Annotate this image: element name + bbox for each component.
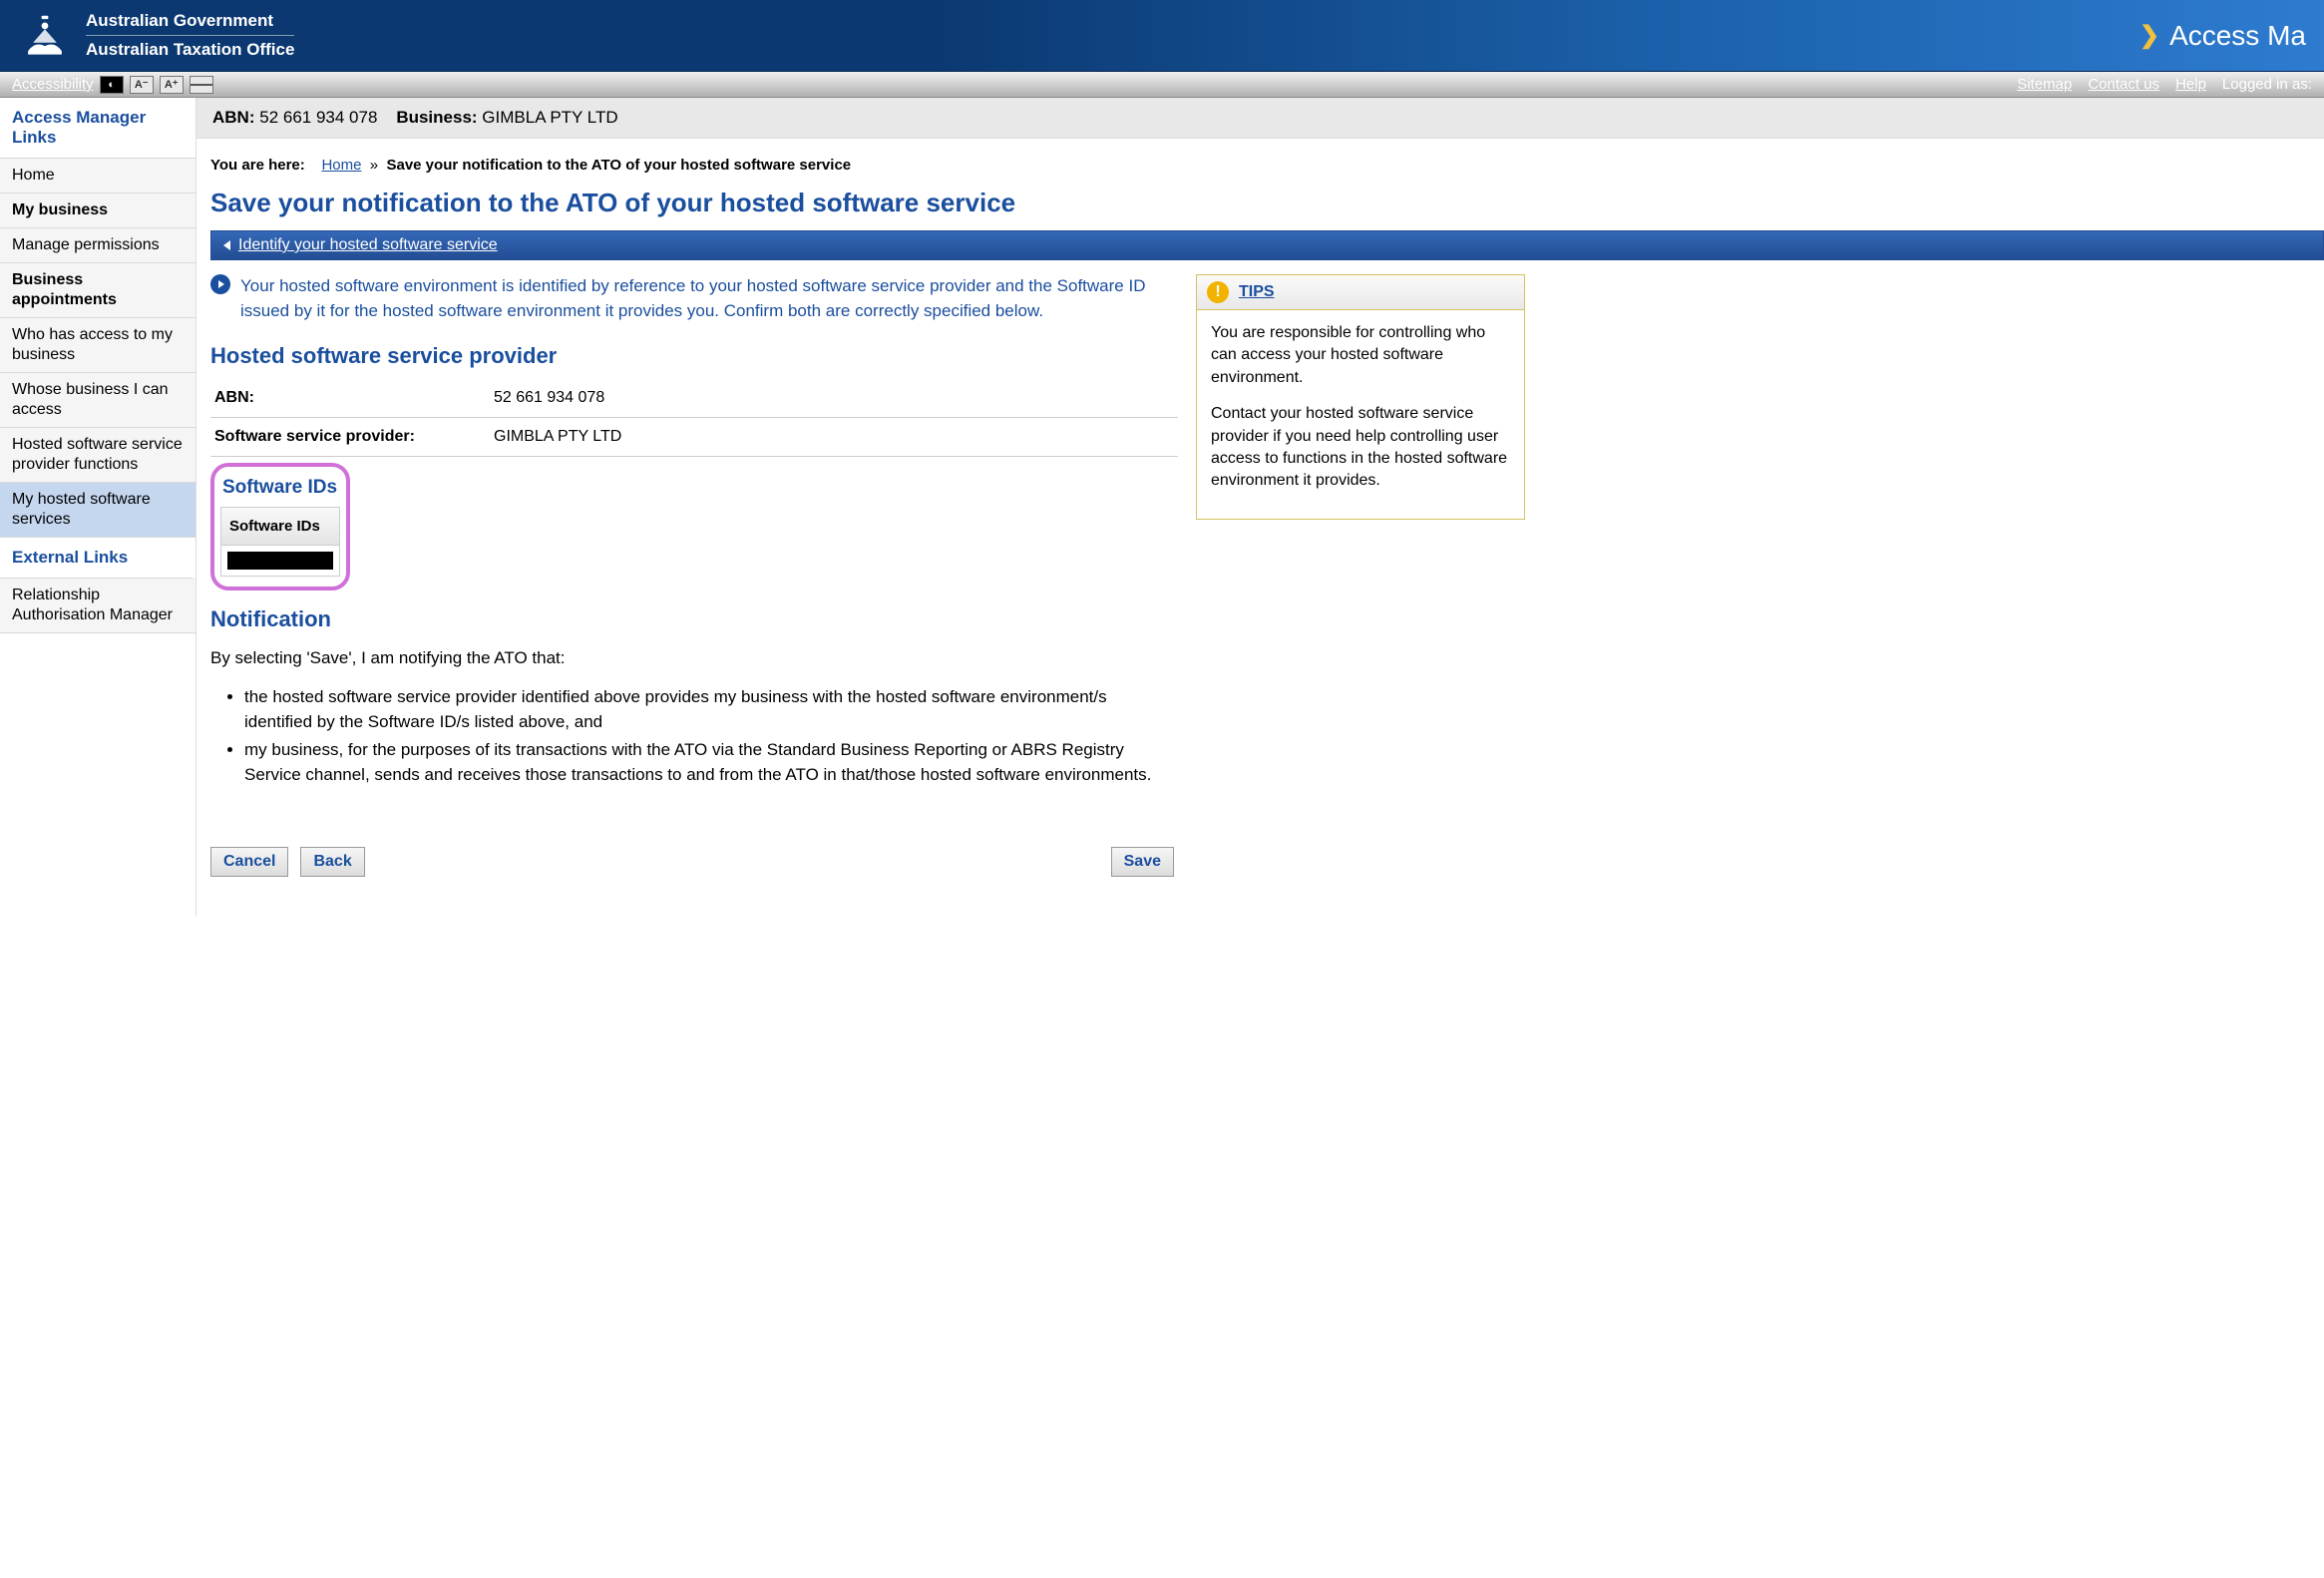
warning-icon <box>1207 281 1229 303</box>
notification-bullet: the hosted software service provider ide… <box>244 685 1178 734</box>
sidebar-item-provider-functions[interactable]: Hosted software service provider functio… <box>0 428 195 483</box>
brand-right: ❯ Access Ma <box>2139 20 2306 52</box>
sidebar-item-label: Home <box>12 167 55 184</box>
sidebar-item-manage-permissions[interactable]: Manage permissions <box>0 228 195 263</box>
button-group-left: Cancel Back <box>210 847 365 877</box>
sidebar-item-business-appointments[interactable]: Business appointments <box>0 263 195 318</box>
save-button[interactable]: Save <box>1111 847 1174 877</box>
breadcrumb: You are here: Home » Save your notificat… <box>210 151 2324 188</box>
kv-provider-value: GIMBLA PTY LTD <box>494 428 621 446</box>
menu-icon[interactable] <box>190 76 213 94</box>
sidebar-item-label: Manage permissions <box>12 236 160 253</box>
info-text: Your hosted software environment is iden… <box>240 274 1178 323</box>
toolbar-left: Accessibility ◐ A⁻ A⁺ <box>12 76 213 94</box>
two-col: Your hosted software environment is iden… <box>210 274 2324 877</box>
abn-value: 52 661 934 078 <box>259 108 377 127</box>
chevron-right-icon: ❯ <box>2139 21 2159 50</box>
software-ids-table: Software IDs <box>220 507 340 577</box>
sidebar-item-label: Hosted software service provider functio… <box>12 436 183 473</box>
crumbs-here: You are here: <box>210 157 305 174</box>
sidebar-item-label: My hosted software services <box>12 491 151 528</box>
software-ids-heading: Software IDs <box>220 473 340 507</box>
abn-bar: ABN: 52 661 934 078 Business: GIMBLA PTY… <box>196 98 2324 139</box>
crumb-home[interactable]: Home <box>321 157 361 174</box>
button-row: Cancel Back Save <box>210 847 1178 877</box>
font-increase-button[interactable]: A⁺ <box>160 76 184 94</box>
app-banner: Australian Government Australian Taxatio… <box>0 0 2324 72</box>
sitemap-link[interactable]: Sitemap <box>2017 76 2072 93</box>
tips-box: TIPS You are responsible for controlling… <box>1196 274 1525 520</box>
main-column: Your hosted software environment is iden… <box>210 274 1178 877</box>
gov-text: Australian Government Australian Taxatio… <box>86 11 294 60</box>
crumb-sep: » <box>370 157 378 174</box>
brand-text: Access Ma <box>2169 20 2306 52</box>
sidebar-external-heading: External Links <box>0 538 195 579</box>
page-title: Save your notification to the ATO of you… <box>210 188 2324 218</box>
cancel-button[interactable]: Cancel <box>210 847 288 877</box>
sidebar-item-label: Business appointments <box>12 271 117 308</box>
layout: Access Manager Links Home My business Ma… <box>0 98 2324 917</box>
redacted-id <box>227 552 333 570</box>
crumb-current: Save your notification to the ATO of you… <box>386 157 851 174</box>
sidebar-item-who-access[interactable]: Who has access to my business <box>0 318 195 373</box>
notification-heading: Notification <box>210 606 1178 632</box>
kv-provider-label: Software service provider: <box>214 428 494 446</box>
abn-label: ABN: <box>212 108 255 127</box>
sidebar-item-label: My business <box>12 201 108 218</box>
tips-link[interactable]: TIPS <box>1239 283 1275 301</box>
gov-line1: Australian Government <box>86 11 294 36</box>
tips-p1: You are responsible for controlling who … <box>1211 322 1510 389</box>
notification-list: the hosted software service provider ide… <box>244 685 1178 788</box>
notification-intro: By selecting 'Save', I am notifying the … <box>210 646 1178 671</box>
banner-left: Australian Government Australian Taxatio… <box>18 9 294 63</box>
content: You are here: Home » Save your notificat… <box>196 139 2324 917</box>
kv-provider: Software service provider: GIMBLA PTY LT… <box>210 418 1178 457</box>
logged-in-text: Logged in as: <box>2222 76 2312 93</box>
help-link[interactable]: Help <box>2175 76 2206 93</box>
chevron-left-icon <box>223 240 230 250</box>
button-group-right: Save <box>1111 847 1174 877</box>
back-button[interactable]: Back <box>300 847 364 877</box>
toolbar-right: Sitemap Contact us Help Logged in as: <box>2017 76 2312 93</box>
kv-abn: ABN: 52 661 934 078 <box>210 379 1178 418</box>
info-row: Your hosted software environment is iden… <box>210 274 1178 323</box>
accessibility-link[interactable]: Accessibility <box>12 76 94 93</box>
software-ids-col: Software IDs <box>221 508 339 546</box>
toolbar: Accessibility ◐ A⁻ A⁺ Sitemap Contact us… <box>0 72 2324 98</box>
kv-abn-label: ABN: <box>214 389 494 407</box>
sidebar-item-label: Relationship Authorisation Manager <box>12 587 173 623</box>
sidebar-item-hosted-services[interactable]: My hosted software services <box>0 483 195 538</box>
contrast-button[interactable]: ◐ <box>100 76 124 94</box>
sidebar-item-ram[interactable]: Relationship Authorisation Manager <box>0 579 195 633</box>
font-decrease-button[interactable]: A⁻ <box>130 76 154 94</box>
software-ids-row <box>221 546 339 576</box>
sidebar-heading: Access Manager Links <box>0 98 195 159</box>
business-label: Business: <box>396 108 477 127</box>
tips-head: TIPS <box>1197 275 1524 310</box>
tips-body: You are responsible for controlling who … <box>1197 310 1524 519</box>
kv-abn-value: 52 661 934 078 <box>494 389 604 407</box>
step-identify-link[interactable]: Identify your hosted software service <box>238 236 498 254</box>
crest-icon <box>18 9 72 63</box>
info-icon <box>210 274 230 294</box>
tips-p2: Contact your hosted software service pro… <box>1211 403 1510 493</box>
sidebar-item-label: Whose business I can access <box>12 381 169 418</box>
sidebar-item-label: Who has access to my business <box>12 326 173 363</box>
gov-line2: Australian Taxation Office <box>86 40 294 60</box>
business-value: GIMBLA PTY LTD <box>482 108 617 127</box>
sidebar: Access Manager Links Home My business Ma… <box>0 98 196 917</box>
notification-bullet: my business, for the purposes of its tra… <box>244 738 1178 787</box>
provider-heading: Hosted software service provider <box>210 343 1178 369</box>
main: ABN: 52 661 934 078 Business: GIMBLA PTY… <box>196 98 2324 917</box>
sidebar-item-whose-business[interactable]: Whose business I can access <box>0 373 195 428</box>
step-bar: Identify your hosted software service <box>210 230 2324 260</box>
contact-link[interactable]: Contact us <box>2088 76 2159 93</box>
sidebar-item-my-business[interactable]: My business <box>0 194 195 228</box>
sidebar-item-home[interactable]: Home <box>0 159 195 194</box>
software-ids-highlight: Software IDs Software IDs <box>210 463 350 591</box>
